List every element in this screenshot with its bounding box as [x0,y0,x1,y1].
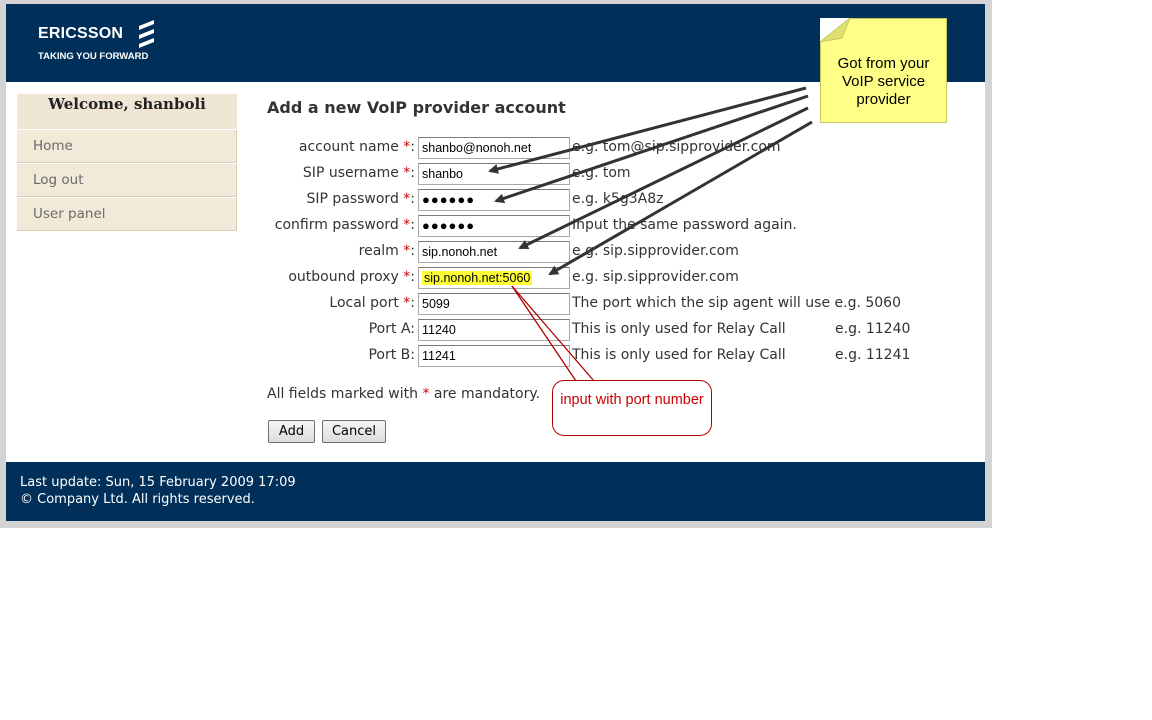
field-hint: e.g. tom@sip.sipprovider.com [572,139,781,155]
required-star: * [403,139,411,155]
field-label: realm [358,243,399,259]
field-label: SIP username [302,165,399,181]
field-hint: The port which the sip agent will use e.… [572,295,901,311]
required-star: * [422,386,430,402]
field-hint: Input the same password again. [572,217,797,233]
page-title: Add a new VoIP provider account [267,98,566,117]
sip-password-input[interactable]: ●●●●●● [418,189,570,211]
required-star: * [403,295,411,311]
form-row-confirm-password: confirm password *: ●●●●●● Input the sam… [6,215,985,237]
field-hint: This is only used for Relay Call [572,321,786,337]
confirm-password-input[interactable]: ●●●●●● [418,215,570,237]
field-label: outbound proxy [288,269,399,285]
form-row-port-b: Port B: 11241 This is only used for Rela… [6,345,985,367]
field-label: SIP password [306,191,399,207]
sticky-note-fold [820,18,851,43]
port-b-input[interactable]: 11241 [418,345,570,367]
form-row-realm: realm *: sip.nonoh.net e.g. sip.sipprovi… [6,241,985,263]
field-label: account name [298,139,399,155]
field-label: Port B: [368,347,415,363]
required-star: * [403,165,411,181]
add-button[interactable]: Add [268,420,315,443]
field-hint: e.g. sip.sipprovider.com [572,269,739,285]
copyright: © Company Ltd. All rights reserved. [20,492,255,507]
cancel-button[interactable]: Cancel [322,420,386,443]
mandatory-note-prefix: All fields marked with [267,386,418,402]
form-row-sip-username: SIP username *: shanbo e.g. tom [6,163,985,185]
brand-tagline: TAKING YOU FORWARD [38,51,149,62]
required-star: * [403,217,411,233]
required-star: * [403,269,411,285]
field-label: Port A: [368,321,415,337]
welcome-message: Welcome, shanboli [17,94,237,129]
field-hint: This is only used for Relay Call [572,347,786,363]
form-row-sip-password: SIP password *: ●●●●●● e.g. k5g3A8z [6,189,985,211]
required-star: * [403,243,411,259]
field-hint: e.g. k5g3A8z [572,191,664,207]
account-name-input[interactable]: shanbo@nonoh.net [418,137,570,159]
sip-username-input[interactable]: shanbo [418,163,570,185]
form-row-local-port: Local port *: 5099 The port which the si… [6,293,985,315]
field-label: confirm password [274,217,399,233]
port-a-input[interactable]: 11240 [418,319,570,341]
field-hint: e.g. tom [572,165,631,181]
last-update: Last update: Sun, 15 February 2009 17:09 [20,475,296,490]
port-callout: input with port number [552,380,712,436]
mandatory-note: All fields marked with * are mandatory. [267,386,540,402]
ericsson-logo-icon [139,20,154,48]
footer: Last update: Sun, 15 February 2009 17:09… [6,462,985,521]
realm-input[interactable]: sip.nonoh.net [418,241,570,263]
required-star: * [403,191,411,207]
field-hint: e.g. sip.sipprovider.com [572,243,739,259]
local-port-input[interactable]: 5099 [418,293,570,315]
outbound-proxy-input[interactable]: sip.nonoh.net:5060 [418,267,570,289]
form-row-port-a: Port A: 11240 This is only used for Rela… [6,319,985,341]
mandatory-note-suffix: are mandatory. [433,386,541,402]
form-row-account-name: account name *: shanbo@nonoh.net e.g. to… [6,137,985,159]
field-example: e.g. 11240 [835,321,911,337]
field-example: e.g. 11241 [835,347,911,363]
form-row-outbound-proxy: outbound proxy *: sip.nonoh.net:5060 e.g… [6,267,985,289]
brand-name: ERICSSON [38,25,124,42]
highlighted-value: sip.nonoh.net:5060 [422,271,533,285]
field-label: Local port [329,295,399,311]
